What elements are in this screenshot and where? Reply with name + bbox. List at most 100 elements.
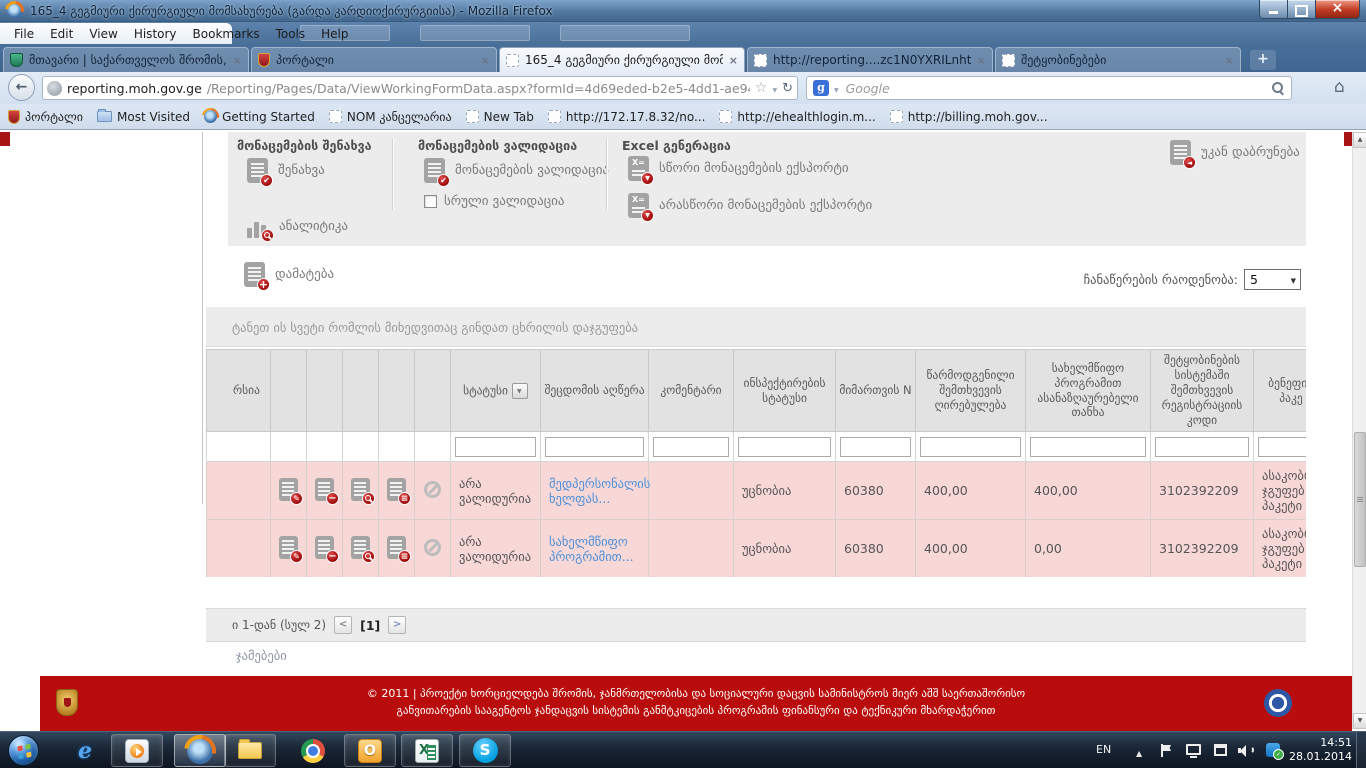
vertical-scrollbar[interactable]: ▲ ▼ [1352,132,1366,729]
scrollbar-thumb[interactable] [1354,432,1366,567]
tray-expand-icon[interactable] [1136,745,1142,759]
bookmark-getting-started[interactable]: Getting Started [204,110,315,124]
bookmark-172[interactable]: http://172.17.8.32/no... [548,110,706,124]
row-delete-button[interactable] [307,462,343,520]
full-validation-label: სრული ვალიდაცია [444,194,564,209]
bookmark-billing[interactable]: http://billing.moh.gov... [890,110,1048,124]
menu-view[interactable]: View [81,27,125,41]
bookmark-most-visited[interactable]: Most Visited [97,110,190,124]
error-link[interactable]: სახელმწიფო პროგრამით... [549,534,634,564]
url-input[interactable]: reporting.moh.gov.ge /Reporting/Pages/Da… [42,76,798,100]
search-icon[interactable] [1271,81,1285,95]
scroll-up-icon[interactable]: ▲ [1353,132,1366,148]
prohibited-icon [424,481,441,498]
search-bar[interactable] [806,76,1292,100]
tab-close-icon[interactable]: × [233,55,242,66]
volume-icon[interactable] [1238,744,1254,757]
tab-portal[interactable]: პორტალი × [251,47,497,72]
close-button[interactable] [1315,0,1360,19]
analytics-label: ანალიტიკა [279,219,348,234]
network-icon[interactable] [1186,744,1201,755]
row-edit-button[interactable] [271,520,307,578]
export-valid-button[interactable]: სწორი მონაცემების ექსპორტი [628,156,849,181]
tab-close-icon[interactable]: × [977,55,986,66]
filter-input-benefit[interactable] [1258,437,1306,457]
taskbar-firefox[interactable] [174,734,226,767]
bookmark-star-icon[interactable] [755,80,768,96]
empty-favicon [1002,54,1015,67]
filter-input-cost[interactable] [920,437,1021,457]
taskbar-explorer[interactable] [224,734,276,767]
bookmark-portal[interactable]: პორტალი [8,110,83,124]
taskbar-skype[interactable] [459,734,511,767]
menu-file[interactable]: File [6,27,42,41]
minimize-button[interactable] [1259,0,1288,19]
taskbar-outlook[interactable] [344,734,396,767]
taskbar-internet-explorer[interactable] [59,734,111,767]
full-validation-checkbox[interactable] [424,195,437,208]
filter-input-inspection[interactable] [738,437,831,457]
filter-input-reg-code[interactable] [1155,437,1249,457]
back-button[interactable] [8,74,35,101]
magnifier-badge-icon [261,229,274,242]
tab-notifications[interactable]: შეტყობინებები × [995,47,1241,72]
language-indicator[interactable]: EN [1096,743,1111,756]
row-details-button[interactable] [379,520,415,578]
row-edit-button[interactable] [271,462,307,520]
row-view-button[interactable] [343,462,379,520]
menu-tools[interactable]: Tools [268,27,314,41]
new-tab-button[interactable]: + [1250,50,1276,70]
tab-close-icon[interactable]: × [1225,55,1234,66]
menu-bookmarks[interactable]: Bookmarks [185,27,268,41]
row-delete-button[interactable] [307,520,343,578]
prev-page-button[interactable]: < [334,616,352,634]
error-link[interactable]: მედპერსონალის ხელფას... [549,476,650,506]
home-icon[interactable] [1334,77,1345,97]
menu-history[interactable]: History [126,27,185,41]
row-details-button[interactable] [379,462,415,520]
menu-edit[interactable]: Edit [42,27,81,41]
show-desktop-button[interactable] [1356,732,1366,768]
export-invalid-button[interactable]: არასწორი მონაცემების ექსპორტი [628,193,872,218]
tray-clock[interactable]: 14:51 28.01.2014 [1282,736,1352,764]
search-engine-dropdown-icon[interactable] [834,81,839,95]
taskbar-excel[interactable] [401,734,453,767]
tab-close-icon[interactable]: × [481,55,490,66]
filter-input-comment[interactable] [653,437,729,457]
taskbar-chrome[interactable] [287,734,339,767]
next-page-button[interactable]: > [388,616,406,634]
status-filter-dropdown-icon[interactable] [512,383,528,399]
reload-icon[interactable] [782,81,793,96]
tab-reporting-url[interactable]: http://reporting....zc1N0YXRILnhtbA== × [747,47,993,72]
records-count-select[interactable]: 5 [1244,269,1301,290]
menu-help[interactable]: Help [313,27,356,41]
filter-input-error[interactable] [545,437,644,457]
dropbox-icon[interactable] [1266,743,1280,757]
filter-input-program-amount[interactable] [1030,437,1146,457]
filter-input-status[interactable] [455,437,536,457]
tab-close-icon[interactable]: × [729,55,738,66]
taskbar-media-player[interactable] [111,734,163,767]
save-button[interactable]: შენახვა [247,158,325,183]
add-record-button[interactable]: დამატება [244,262,334,287]
summaries-link[interactable]: ჯამებები [236,648,287,663]
search-input[interactable] [844,80,1266,97]
tab-home[interactable]: მთავარი | საქართველოს შრომის, ... × [3,47,249,72]
bookmark-nom[interactable]: NOM კანცელარია [329,110,452,124]
filter-input-referral[interactable] [840,437,911,457]
action-center-flag-icon[interactable] [1160,744,1172,757]
row-view-button[interactable] [343,520,379,578]
bookmark-new-tab[interactable]: New Tab [466,110,534,124]
back-to-list-button[interactable]: უკან დაბრუნება [1170,140,1300,165]
scroll-down-icon[interactable]: ▼ [1353,713,1366,729]
bookmark-ehealth[interactable]: http://ehealthlogin.m... [719,110,875,124]
full-validation-option[interactable]: სრული ვალიდაცია [424,194,564,209]
maximize-button[interactable] [1288,0,1315,19]
cell-comment [649,462,734,520]
validate-button[interactable]: მონაცემების ვალიდაცია [424,158,609,183]
system-window-icon[interactable] [1214,744,1227,756]
analytics-button[interactable]: ანალიტიკა [247,214,348,238]
tab-active-form[interactable]: 165_4 გეგმიური ქირურგიული მომს... × [499,47,745,72]
url-dropdown-icon[interactable] [772,81,777,95]
start-button[interactable] [8,735,39,766]
